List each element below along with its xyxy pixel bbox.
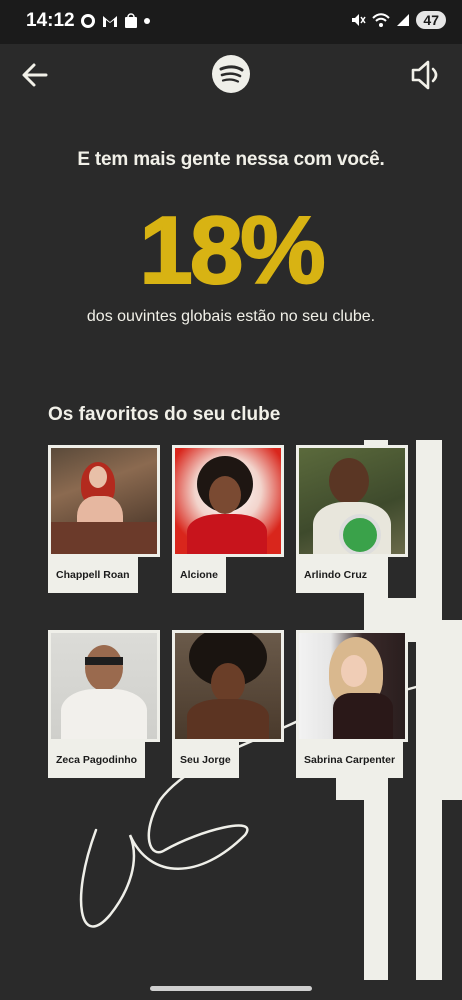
artist-card[interactable]: Zeca Pagodinho: [48, 630, 160, 778]
gmail-icon: [103, 16, 117, 27]
system-icons: 47: [350, 11, 446, 29]
signal-icon: [397, 14, 410, 26]
mute-icon: [352, 14, 367, 26]
speaker-icon[interactable]: [408, 58, 442, 92]
status-time: 14:12: [26, 10, 75, 31]
artist-card[interactable]: Arlindo Cruz: [296, 445, 408, 593]
headline: E tem mais gente nessa com você.: [77, 149, 385, 170]
artist-card[interactable]: Alcione: [172, 445, 284, 593]
story-screen: 14:12 47 E tem mais gente nessa com você…: [0, 0, 462, 1000]
whatsapp-icon: [81, 14, 95, 28]
notification-icons: [80, 13, 150, 29]
battery-level: 47: [416, 11, 446, 29]
artist-name: Zeca Pagodinho: [48, 742, 146, 778]
back-arrow-icon[interactable]: [18, 58, 52, 92]
artist-name: Alcione: [172, 557, 226, 593]
artist-photo: [172, 445, 284, 557]
home-indicator[interactable]: [150, 986, 312, 991]
artist-name: Sabrina Carpenter: [296, 742, 404, 778]
dot-icon: [144, 18, 150, 24]
section-title: Os favoritos do seu clube: [48, 404, 281, 425]
spotify-logo-icon: [212, 55, 250, 93]
percent-description: dos ouvintes globais estão no seu clube.: [86, 308, 376, 325]
artist-photo: [48, 630, 160, 742]
wifi-icon: [372, 13, 391, 27]
status-bar: 14:12 47: [0, 0, 462, 44]
artist-card[interactable]: Seu Jorge: [172, 630, 284, 778]
artist-card[interactable]: Sabrina Carpenter: [296, 630, 408, 778]
artist-name: Arlindo Cruz: [296, 557, 375, 593]
artist-photo: [296, 445, 408, 557]
percent-stat: 18%: [138, 196, 326, 305]
artist-name: Seu Jorge: [172, 742, 239, 778]
artist-photo: [296, 630, 408, 742]
shopping-bag-icon: [125, 13, 137, 28]
artist-photo: [48, 445, 160, 557]
artist-name: Chappell Roan: [48, 557, 138, 593]
artist-card[interactable]: Chappell Roan: [48, 445, 160, 593]
artist-photo: [172, 630, 284, 742]
